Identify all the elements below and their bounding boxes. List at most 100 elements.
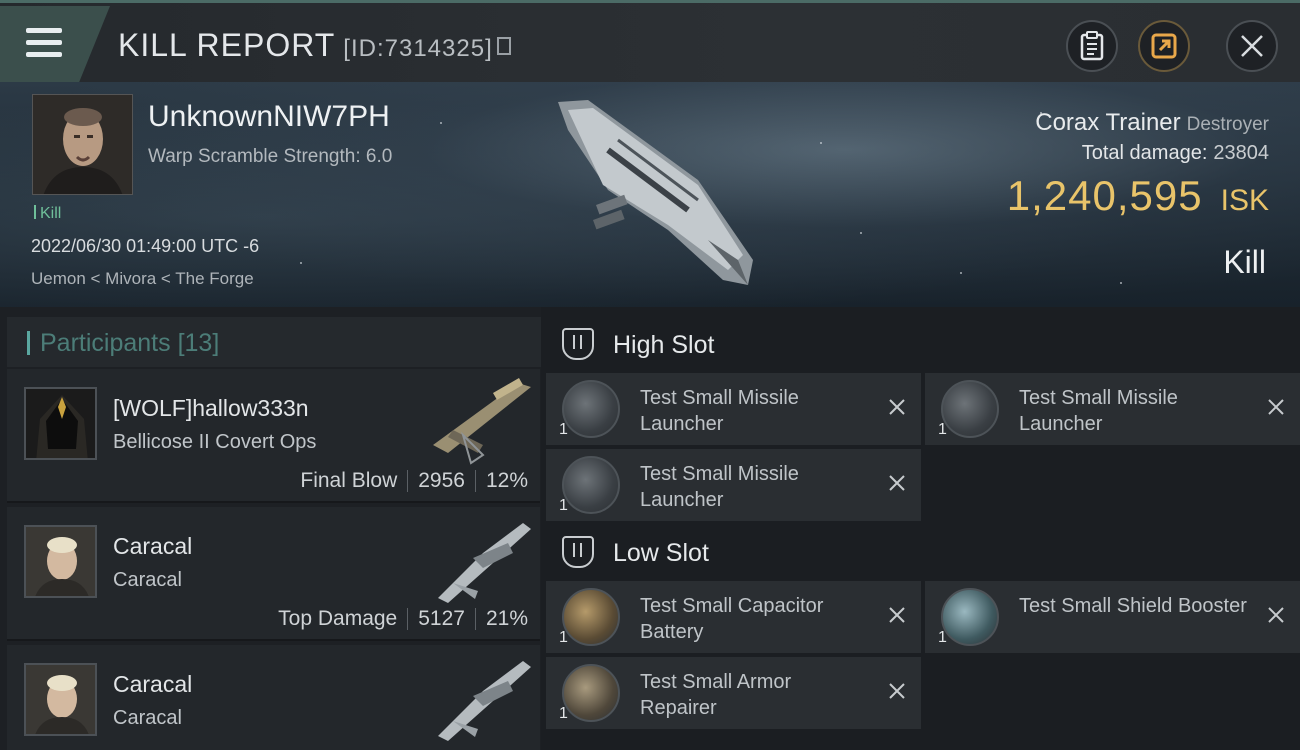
capacitor-battery-icon: [562, 588, 620, 646]
participant-role: Top Damage: [278, 607, 398, 630]
kill-location[interactable]: Uemon < Mivora < The Forge: [31, 269, 254, 289]
close-button[interactable]: [1226, 20, 1278, 72]
total-damage-label: Total damage:: [1081, 142, 1208, 164]
module-name: Test Small Armor Repairer: [640, 671, 792, 719]
missile-launcher-icon: [562, 456, 620, 514]
module-item[interactable]: 1 Test Small Shield Booster: [925, 581, 1300, 653]
participant-ship-image: [433, 378, 531, 465]
close-icon[interactable]: [1266, 397, 1286, 417]
hooded-portrait-image: [26, 389, 95, 458]
fitting-panel: High Slot 1 Test Small Missile Launcher …: [541, 307, 1300, 750]
share-button[interactable]: [1138, 20, 1190, 72]
high-slot-title: High Slot: [613, 331, 715, 359]
module-quantity: 1: [559, 497, 568, 514]
menu-button[interactable]: [0, 6, 110, 82]
close-icon[interactable]: [887, 397, 907, 417]
module-quantity: 1: [559, 421, 568, 438]
isk-amount: 1,240,595: [1006, 172, 1203, 219]
participant-avatar[interactable]: [24, 663, 97, 736]
participant-row[interactable]: Caracal Caracal Top Damage 5127 21%: [7, 507, 540, 641]
pilot-portrait-image: [26, 665, 95, 734]
clipboard-button[interactable]: [1066, 20, 1118, 72]
high-slot-icon: [562, 328, 594, 360]
divider: [474, 608, 476, 630]
module-name: Test Small Capacitor Battery: [640, 595, 824, 643]
ship-name[interactable]: Corax Trainer: [1035, 109, 1180, 136]
participants-header: Participants [13]: [7, 317, 541, 367]
page-title-text: KILL REPORT: [118, 27, 336, 63]
module-name: Test Small Missile Launcher: [640, 463, 799, 511]
participants-title-text: Participants: [40, 329, 171, 357]
participant-ship-image: [438, 523, 531, 603]
participant-stats: Top Damage 5127 21%: [278, 607, 528, 631]
share-icon: [1151, 33, 1177, 59]
module-item[interactable]: 1 Test Small Missile Launcher: [546, 373, 921, 445]
close-icon[interactable]: [887, 681, 907, 701]
module-quantity: 1: [938, 629, 947, 646]
divider: [407, 470, 409, 492]
close-icon[interactable]: [1266, 605, 1286, 625]
kill-tag-label: Kill: [40, 205, 62, 222]
close-icon[interactable]: [887, 473, 907, 493]
participant-row[interactable]: [WOLF]hallow333n Bellicose II Covert Ops…: [7, 369, 540, 503]
participant-ship: Caracal: [113, 707, 182, 729]
isk-value: 1,240,595 ISK: [1007, 172, 1269, 220]
close-icon: [1241, 35, 1263, 57]
kill-timestamp: 2022/06/30 01:49:00 UTC -6: [31, 236, 260, 256]
missile-launcher-icon: [941, 380, 999, 438]
clipboard-icon: [1080, 31, 1104, 61]
menu-icon-bar: [26, 52, 62, 57]
divider: [474, 470, 476, 492]
participant-stats: Final Blow 2956 12%: [300, 469, 528, 493]
low-slot-icon: [562, 536, 594, 568]
module-name: Test Small Missile Launcher: [640, 387, 799, 435]
participant-percent: 12%: [485, 469, 528, 492]
module-item[interactable]: 1 Test Small Armor Repairer: [546, 657, 921, 729]
missile-launcher-icon: [562, 380, 620, 438]
kill-tag: Kill: [34, 205, 61, 223]
module-item[interactable]: 1 Test Small Missile Launcher: [925, 373, 1300, 445]
kill-summary-banner: UnknownNIW7PH Warp Scramble Strength: 6.…: [0, 82, 1300, 307]
total-damage: Total damage: 23804: [1082, 142, 1269, 165]
module-item[interactable]: 1 Test Small Capacitor Battery: [546, 581, 921, 653]
participant-avatar[interactable]: [24, 387, 97, 460]
header-bar: KILL REPORT [ID:7314325]: [0, 0, 1300, 82]
page-title: KILL REPORT [ID:7314325]: [118, 27, 511, 64]
participant-percent: 21%: [485, 607, 528, 630]
participant-name: Caracal: [113, 533, 193, 559]
participant-ship: Bellicose II Covert Ops: [113, 431, 317, 453]
total-damage-value: 23804: [1213, 142, 1269, 164]
low-slot-header: Low Slot: [541, 521, 1300, 581]
participant-damage: 2956: [418, 469, 465, 492]
participant-ship-image: [438, 661, 531, 741]
participants-title: Participants [13]: [40, 329, 219, 358]
module-name: Test Small Shield Booster: [1019, 595, 1247, 617]
participant-name: [WOLF]hallow333n: [113, 395, 309, 421]
participants-panel: Participants [13] [WOLF]hallow333n Belli…: [0, 307, 541, 750]
participant-name: Caracal: [113, 671, 193, 697]
victim-avatar[interactable]: [32, 94, 133, 195]
module-item[interactable]: 1 Test Small Missile Launcher: [546, 449, 921, 521]
low-slot-title: Low Slot: [613, 539, 709, 567]
participant-avatar[interactable]: [24, 525, 97, 598]
victim-ship-image: [558, 100, 753, 285]
module-quantity: 1: [938, 421, 947, 438]
warp-scramble-strength: Warp Scramble Strength: 6.0: [148, 146, 393, 167]
module-name: Test Small Missile Launcher: [1019, 387, 1178, 435]
menu-icon-bar: [26, 40, 62, 45]
victim-ship: Corax Trainer Destroyer: [1035, 109, 1269, 137]
ship-class: Destroyer: [1186, 114, 1269, 135]
isk-unit: ISK: [1220, 184, 1269, 217]
menu-icon: [26, 28, 62, 33]
copy-icon[interactable]: [496, 36, 511, 55]
victim-name: UnknownNIW7PH: [148, 100, 390, 133]
close-icon[interactable]: [887, 605, 907, 625]
participant-damage: 5127: [418, 607, 465, 630]
victim-portrait-image: [33, 95, 132, 194]
divider: [407, 608, 409, 630]
participant-row[interactable]: Caracal Caracal: [7, 645, 540, 750]
participant-ship: Caracal: [113, 569, 182, 591]
participant-role: Final Blow: [300, 469, 398, 492]
report-id: [ID:7314325]: [343, 35, 493, 62]
kill-result: Kill: [1223, 244, 1266, 280]
